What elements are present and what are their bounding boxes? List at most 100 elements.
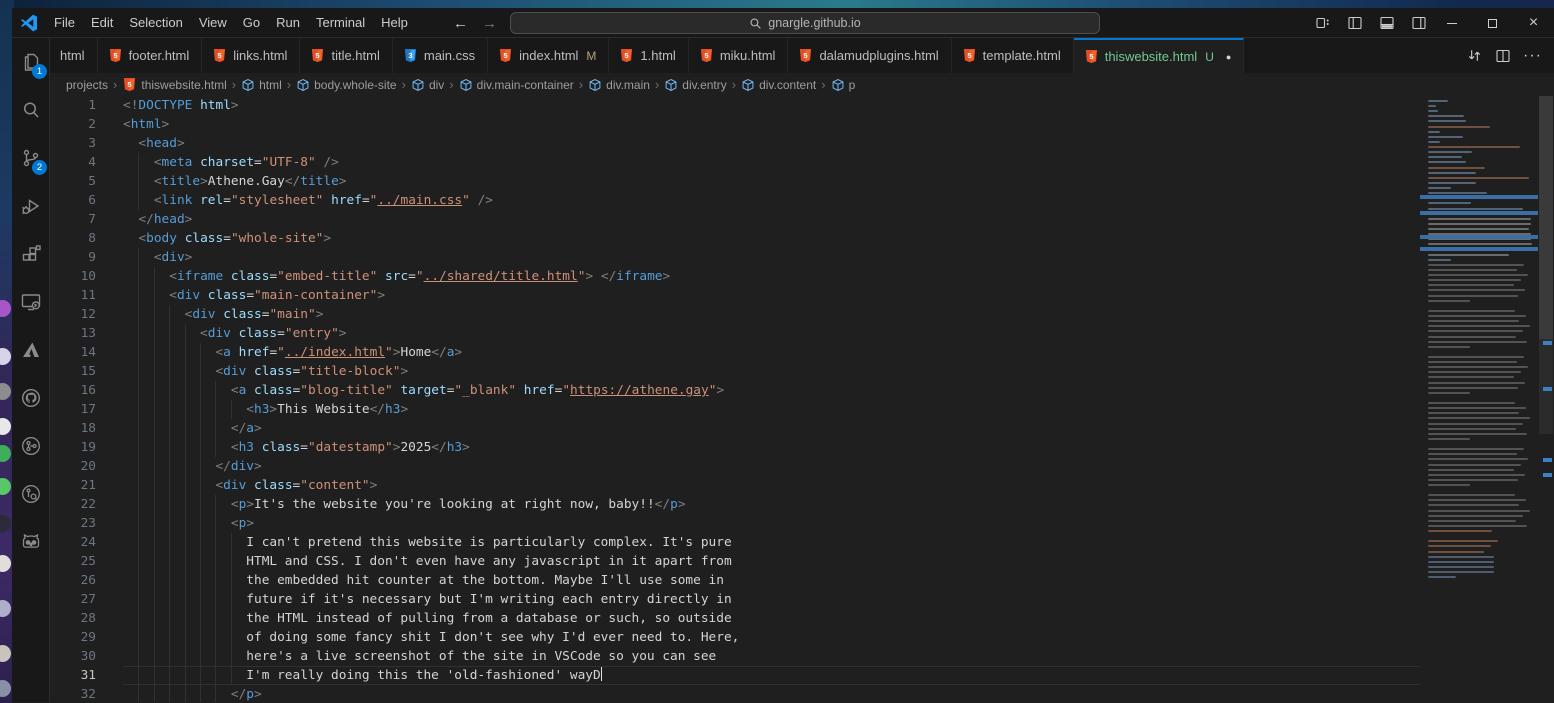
line-number[interactable]: 13 [50,324,96,343]
tab-miku.html[interactable]: 5miku.html [689,38,789,73]
code-line-20[interactable]: 20 </div> [50,457,1420,476]
code-line-21[interactable]: 21 <div class="content"> [50,476,1420,495]
code-line-6[interactable]: 6 <link rel="stylesheet" href="../main.c… [50,191,1420,210]
dirty-indicator-icon[interactable]: ● [1226,52,1231,62]
menu-run[interactable]: Run [268,11,308,34]
vscode-logo-icon[interactable] [20,14,38,32]
editor-scrollbar[interactable] [1538,96,1554,702]
menu-go[interactable]: Go [235,11,268,34]
line-number[interactable]: 3 [50,134,96,153]
code-editor[interactable]: 1<!DOCTYPE html>2<html>3 <head>4 <meta c… [50,96,1420,702]
tab-thiswebsite.html[interactable]: 5thiswebsite.htmlU● [1074,38,1245,73]
menu-terminal[interactable]: Terminal [308,11,373,34]
line-number[interactable]: 9 [50,248,96,267]
compare-changes-icon[interactable] [1466,47,1483,64]
code-line-27[interactable]: 27 future if it's necessary but I'm writ… [50,590,1420,609]
line-number[interactable]: 29 [50,628,96,647]
line-number[interactable]: 7 [50,210,96,229]
code-line-13[interactable]: 13 <div class="entry"> [50,324,1420,343]
code-line-30[interactable]: 30 here's a live screenshot of the site … [50,647,1420,666]
code-line-8[interactable]: 8 <body class="whole-site"> [50,229,1420,248]
scrollbar-slider[interactable] [1539,96,1553,339]
tab-html[interactable]: html [50,38,98,73]
tab-dalamudplugins.html[interactable]: 5dalamudplugins.html [788,38,951,73]
code-line-26[interactable]: 26 the embedded hit counter at the botto… [50,571,1420,590]
line-number[interactable]: 16 [50,381,96,400]
menu-selection[interactable]: Selection [121,11,190,34]
breadcrumb-item-div[interactable]: div [411,78,444,92]
code-line-1[interactable]: 1<!DOCTYPE html> [50,96,1420,115]
code-line-18[interactable]: 18 </a> [50,419,1420,438]
code-line-31[interactable]: 31 I'm really doing this the 'old-fashio… [50,666,1420,685]
activity-search-icon[interactable] [12,86,50,134]
line-number[interactable]: 14 [50,343,96,362]
line-number[interactable]: 1 [50,96,96,115]
code-line-16[interactable]: 16 <a class="blog-title" target="_blank"… [50,381,1420,400]
nav-back-button[interactable]: ← [453,15,468,32]
code-line-17[interactable]: 17 <h3>This Website</h3> [50,400,1420,419]
code-line-11[interactable]: 11 <div class="main-container"> [50,286,1420,305]
tab-main.css[interactable]: 3main.css [393,38,488,73]
code-line-32[interactable]: 32 </p> [50,685,1420,702]
menu-file[interactable]: File [46,11,83,34]
activity-run-debug-icon[interactable] [12,182,50,230]
line-number[interactable]: 18 [50,419,96,438]
code-line-3[interactable]: 3 <head> [50,134,1420,153]
line-number[interactable]: 2 [50,115,96,134]
activity-explorer-icon[interactable]: 1 [12,38,50,86]
breadcrumb-item-projects[interactable]: projects [66,78,108,92]
line-number[interactable]: 5 [50,172,96,191]
toggle-panel-button[interactable] [1376,12,1398,34]
line-number[interactable]: 10 [50,267,96,286]
breadcrumb-item-div.content[interactable]: div.content [741,78,816,92]
breadcrumb-item-div.entry[interactable]: div.entry [664,78,726,92]
line-number[interactable]: 17 [50,400,96,419]
code-line-23[interactable]: 23 <p> [50,514,1420,533]
tab-1.html[interactable]: 51.html [609,38,688,73]
line-number[interactable]: 31 [50,666,96,685]
more-actions-icon[interactable]: ··· [1523,47,1542,65]
activity-extensions-icon[interactable] [12,230,50,278]
line-number[interactable]: 24 [50,533,96,552]
split-editor-icon[interactable] [1495,48,1511,64]
line-number[interactable]: 8 [50,229,96,248]
code-line-15[interactable]: 15 <div class="title-block"> [50,362,1420,381]
command-center[interactable]: gnargle.github.io [510,12,1100,34]
code-line-25[interactable]: 25 HTML and CSS. I don't even have any j… [50,552,1420,571]
line-number[interactable]: 20 [50,457,96,476]
code-line-28[interactable]: 28 the HTML instead of pulling from a da… [50,609,1420,628]
breadcrumb-item-div.main[interactable]: div.main [588,78,650,92]
code-line-24[interactable]: 24 I can't pretend this website is parti… [50,533,1420,552]
line-number[interactable]: 4 [50,153,96,172]
activity-github-icon[interactable] [12,374,50,422]
activity-azure-icon[interactable] [12,326,50,374]
tab-footer.html[interactable]: 5footer.html [98,38,203,73]
minimize-button[interactable] [1431,8,1472,38]
menu-view[interactable]: View [191,11,235,34]
toggle-primary-sidebar-button[interactable] [1344,12,1366,34]
tab-links.html[interactable]: 5links.html [202,38,300,73]
customize-layout-button[interactable] [1312,12,1334,34]
activity-gitlens-inspect-icon[interactable] [12,470,50,518]
code-line-2[interactable]: 2<html> [50,115,1420,134]
minimap[interactable] [1420,96,1538,702]
line-number[interactable]: 22 [50,495,96,514]
breadcrumb-item-div.main-container[interactable]: div.main-container [459,78,574,92]
activity-remote-explorer-icon[interactable] [12,278,50,326]
line-number[interactable]: 21 [50,476,96,495]
code-line-22[interactable]: 22 <p>It's the website you're looking at… [50,495,1420,514]
code-line-9[interactable]: 9 <div> [50,248,1420,267]
line-number[interactable]: 30 [50,647,96,666]
line-number[interactable]: 28 [50,609,96,628]
code-line-19[interactable]: 19 <h3 class="datestamp">2025</h3> [50,438,1420,457]
line-number[interactable]: 25 [50,552,96,571]
line-number[interactable]: 11 [50,286,96,305]
code-line-4[interactable]: 4 <meta charset="UTF-8" /> [50,153,1420,172]
line-number[interactable]: 26 [50,571,96,590]
activity-source-control-graph-icon[interactable] [12,422,50,470]
code-line-7[interactable]: 7 </head> [50,210,1420,229]
line-number[interactable]: 23 [50,514,96,533]
tab-title.html[interactable]: 5title.html [300,38,392,73]
line-number[interactable]: 12 [50,305,96,324]
activity-source-control-icon[interactable]: 2 [12,134,50,182]
